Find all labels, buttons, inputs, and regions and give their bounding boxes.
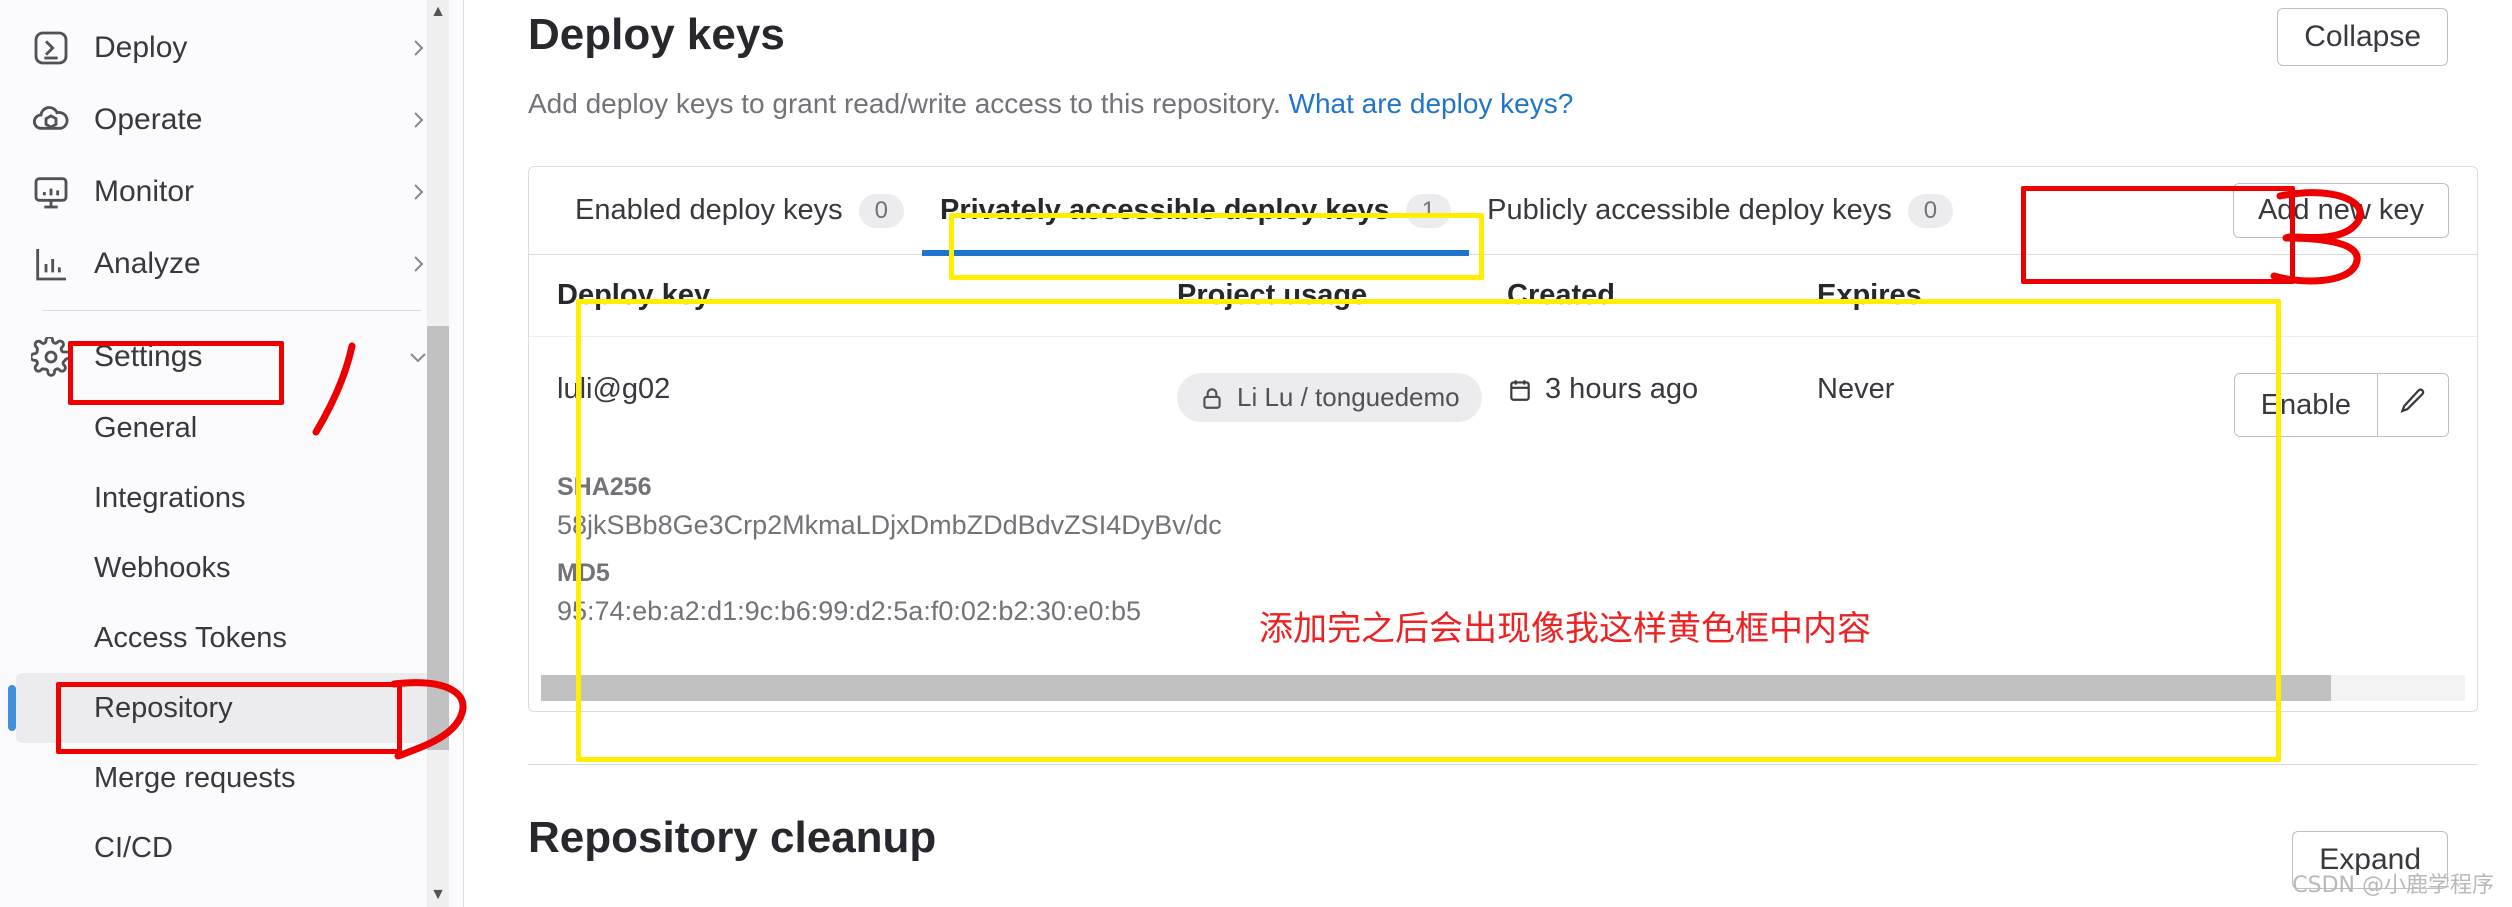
analytics-icon [30,243,72,285]
sidebar-item-deploy[interactable]: Deploy [16,12,447,84]
column-header-expires: Expires [1817,279,1922,311]
column-header-deploy-key: Deploy key [557,279,711,311]
fingerprint-value-sha256: 58jkSBb8Ge3Crp2MkmaLDjxDmbZDdBdvZSI4DyBv… [557,510,1222,540]
deploy-keys-tabs: Enabled deploy keys 0 Privately accessib… [529,167,2477,256]
deploy-keys-help-link[interactable]: What are deploy keys? [1289,88,1574,119]
project-usage-label: Li Lu / tonguedemo [1237,382,1460,412]
sidebar-item-label: Settings [94,340,203,373]
sidebar-item-label: Monitor [94,175,195,208]
tab-label: Enabled deploy keys [575,194,843,226]
sidebar-item-settings[interactable]: Settings [16,321,447,393]
sidebar-subitem-label: Repository [94,691,233,724]
expires-cell: Never [1817,373,1895,405]
enable-button[interactable]: Enable [2234,374,2377,436]
fingerprint-label-sha256: SHA256 [557,473,652,501]
table-row: luli@g02 Li Lu / tonguedemo 3 hours ago … [529,337,2477,455]
sidebar-item-access-tokens[interactable]: Access Tokens [16,603,447,673]
gear-icon [30,336,72,378]
tab-enabled-deploy-keys[interactable]: Enabled deploy keys 0 [557,167,922,255]
tab-label: Privately accessible deploy keys [940,194,1390,226]
deploy-keys-table-header: Deploy key Project usage Created Expires [529,255,2477,337]
tab-privately-accessible-deploy-keys[interactable]: Privately accessible deploy keys 1 [922,167,1470,256]
sidebar-settings-subnav: General Integrations Webhooks Access Tok… [0,393,463,883]
sidebar-subitem-label: Merge requests [94,761,296,794]
add-new-key-button[interactable]: Add new key [2232,183,2449,238]
column-header-created: Created [1507,279,1615,311]
sidebar-item-label: Analyze [94,247,201,280]
tab-count-badge: 0 [1907,193,1954,228]
sidebar-item-analyze[interactable]: Analyze [16,228,447,300]
key-fingerprints: SHA256 58jkSBb8Ge3Crp2MkmaLDjxDmbZDdBdvZ… [529,473,2477,653]
tab-count-badge: 1 [1405,193,1452,228]
row-action-button-group: Enable [2233,373,2449,437]
cloud-cube-icon [30,99,72,141]
pencil-icon [2398,386,2428,424]
page-title: Deploy keys [528,10,785,59]
scroll-down-arrow-icon[interactable]: ▼ [427,883,449,907]
watermark: CSDN @小鹿学程序 [2292,873,2494,898]
sidebar-item-label: Operate [94,103,203,136]
sidebar-item-monitor[interactable]: Monitor [16,156,447,228]
tab-count-badge: 0 [858,193,904,228]
fingerprint-value-md5: 95:74:eb:a2:d1:9c:b6:99:d2:5a:f0:02:b2:3… [557,596,1142,626]
lock-icon [1199,385,1225,411]
tab-label: Publicly accessible deploy keys [1487,194,1892,226]
repository-cleanup-title: Repository cleanup [528,813,937,862]
table-horizontal-scrollbar-track[interactable] [541,675,2465,701]
section-divider [528,764,2478,765]
sidebar-item-operate[interactable]: Operate [16,84,447,156]
project-usage-chip[interactable]: Li Lu / tonguedemo [1177,373,1482,422]
page-description-text: Add deploy keys to grant read/write acce… [528,88,1281,119]
edit-key-button[interactable] [2377,374,2448,436]
sidebar-subitem-label: Webhooks [94,551,231,584]
sidebar-item-webhooks[interactable]: Webhooks [16,533,447,603]
app-root: Deploy Operate Monitor Analyze Settings … [0,0,2512,907]
sidebar-item-integrations[interactable]: Integrations [16,463,447,533]
table-horizontal-scrollbar-thumb[interactable] [541,675,2331,701]
sidebar-item-merge-requests[interactable]: Merge requests [16,743,447,813]
sidebar-item-repository[interactable]: Repository [16,673,447,743]
collapse-button[interactable]: Collapse [2277,8,2448,66]
sidebar-item-general[interactable]: General [16,393,447,463]
calendar-icon [1507,377,1533,403]
scroll-up-arrow-icon[interactable]: ▲ [427,0,449,24]
sidebar-divider [42,310,421,311]
fingerprint-label-md5: MD5 [557,559,610,587]
deploy-key-name: luli@g02 [557,373,671,405]
sidebar-subitem-label: Access Tokens [94,621,287,654]
sidebar-subitem-label: Integrations [94,481,246,514]
sidebar-primary-nav: Deploy Operate Monitor Analyze Settings [0,12,463,393]
sidebar-subitem-label: CI/CD [94,831,173,864]
project-usage-cell: Li Lu / tonguedemo [1177,373,1507,422]
monitor-icon [30,171,72,213]
rocket-deploy-icon [30,27,72,69]
add-new-key-wrap: Add new key [2232,183,2449,238]
sidebar-item-label: Deploy [94,31,188,64]
deploy-keys-card: Enabled deploy keys 0 Privately accessib… [528,166,2478,712]
page-description: Add deploy keys to grant read/write acce… [528,88,2448,120]
sidebar-subitem-label: General [94,411,198,444]
created-cell: 3 hours ago [1507,373,1817,406]
created-label: 3 hours ago [1545,373,1699,405]
tab-publicly-accessible-deploy-keys[interactable]: Publicly accessible deploy keys 0 [1469,167,1971,255]
sidebar: Deploy Operate Monitor Analyze Settings … [0,0,464,907]
row-actions: Enable [2137,373,2449,437]
main-content: Collapse Deploy keys Add deploy keys to … [464,0,2512,907]
sidebar-item-cicd[interactable]: CI/CD [16,813,447,883]
column-header-project-usage: Project usage [1177,279,1368,311]
sidebar-scrollbar-thumb[interactable] [427,326,449,750]
